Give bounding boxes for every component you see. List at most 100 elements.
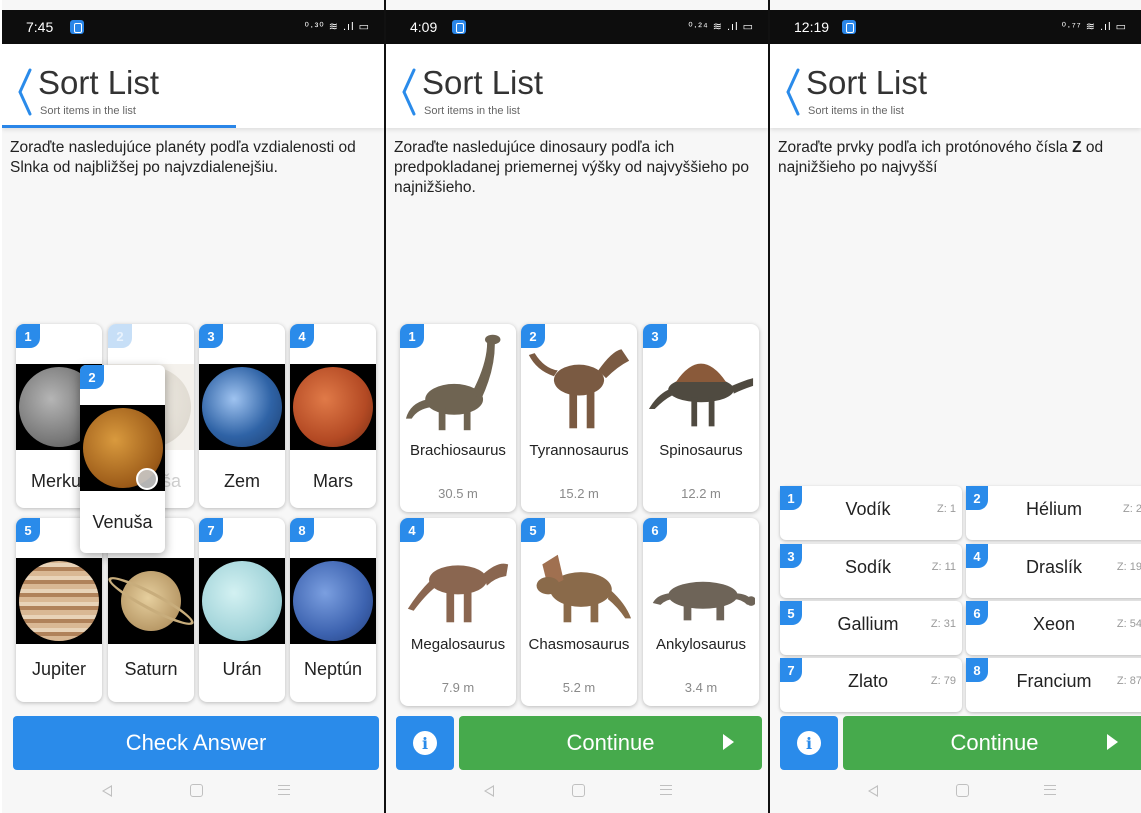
info-icon: i xyxy=(413,731,437,755)
card-label: Urán xyxy=(222,659,262,679)
nav-menu-icon[interactable] xyxy=(278,785,290,795)
planet-card[interactable]: 3 Zem xyxy=(199,324,285,508)
card-value: 3.4 m xyxy=(684,680,718,695)
nav-home-icon[interactable] xyxy=(956,784,969,797)
nav-home-icon[interactable] xyxy=(190,784,203,797)
drag-handle-icon[interactable] xyxy=(136,468,158,490)
planet-image xyxy=(290,364,376,450)
dinosaur-card[interactable]: 5 Chasmosaurus 5.2 m xyxy=(521,518,637,706)
info-icon: i xyxy=(797,731,821,755)
element-card[interactable]: 2 Hélium Z: 2 xyxy=(966,486,1141,540)
page-subtitle: Sort items in the list xyxy=(40,105,136,117)
continue-label: Continue xyxy=(950,730,1039,755)
rank-badge: 7 xyxy=(199,518,223,542)
screenshot-canvas: 7:45 ⁰·³⁰ ≋ .ıl ▭ Sort List Sort items i… xyxy=(0,0,1141,813)
element-card[interactable]: 8 Francium Z: 87 xyxy=(966,658,1141,712)
back-chevron-icon[interactable] xyxy=(396,64,422,120)
rank-badge: 2 xyxy=(108,324,132,348)
nav-back-icon[interactable] xyxy=(102,785,112,797)
rank-badge: 6 xyxy=(643,518,667,542)
status-bar: 4:09 ⁰·²⁴ ≋ .ıl ▭ xyxy=(386,10,768,44)
question-text: Zoraďte nasledujúce dinosaury podľa ich … xyxy=(394,139,749,196)
status-time: 4:09 xyxy=(410,19,438,35)
card-label: Neptún xyxy=(303,659,363,679)
element-card[interactable]: 3 Sodík Z: 11 xyxy=(780,544,962,598)
continue-button[interactable]: Continue xyxy=(459,716,762,770)
status-bar: 7:45 ⁰·³⁰ ≋ .ıl ▭ xyxy=(2,10,384,44)
element-card[interactable]: 7 Zlato Z: 79 xyxy=(780,658,962,712)
play-arrow-icon xyxy=(1107,734,1118,750)
element-name: Hélium xyxy=(1025,499,1082,519)
rank-badge: 5 xyxy=(780,601,802,625)
dinosaur-card[interactable]: 3 Spinosaurus 12.2 m xyxy=(643,324,759,512)
rank-badge: 8 xyxy=(290,518,314,542)
planet-sphere xyxy=(202,367,282,447)
back-chevron-icon[interactable] xyxy=(780,64,806,120)
dinosaur-card[interactable]: 6 Ankylosaurus 3.4 m xyxy=(643,518,759,706)
planet-image xyxy=(199,364,285,450)
card-label: Megalosaurus xyxy=(410,636,506,653)
planet-card[interactable]: 7 Urán xyxy=(199,518,285,702)
card-label: Ankylosaurus xyxy=(655,636,747,653)
status-indicators: ⁰·⁷⁷ ≋ .ıl ▭ xyxy=(1061,21,1127,33)
rank-badge: 5 xyxy=(521,518,545,542)
card-label: Zem xyxy=(224,471,260,491)
status-indicators: ⁰·²⁴ ≋ .ıl ▭ xyxy=(688,21,754,33)
element-card[interactable]: 1 Vodík Z: 1 xyxy=(780,486,962,540)
planet-image xyxy=(290,558,376,644)
nav-home-icon[interactable] xyxy=(572,784,585,797)
info-button[interactable]: i xyxy=(780,716,838,770)
element-name: Gallium xyxy=(837,614,899,634)
nav-menu-icon[interactable] xyxy=(1044,785,1056,795)
question-text: Zoraďte nasledujúce planéty podľa vzdial… xyxy=(10,139,356,176)
continue-button[interactable]: Continue xyxy=(843,716,1141,770)
nav-back-icon[interactable] xyxy=(484,785,494,797)
element-name: Zlato xyxy=(847,671,889,691)
card-label: Mars xyxy=(313,471,353,491)
card-value: 30.5 m xyxy=(438,486,478,501)
rank-badge: 2 xyxy=(80,365,104,389)
element-card[interactable]: 6 Xeon Z: 54 xyxy=(966,601,1141,655)
dinosaur-card[interactable]: 2 Tyrannosaurus 15.2 m xyxy=(521,324,637,512)
dinosaur-card[interactable]: 1 Brachiosaurus 30.5 m xyxy=(400,324,516,512)
app-header: Sort List Sort items in the list xyxy=(386,44,768,128)
dinosaur-card[interactable]: 4 Megalosaurus 7.9 m xyxy=(400,518,516,706)
element-name: Sodík xyxy=(844,557,892,577)
element-name: Francium xyxy=(1016,671,1092,691)
card-label: Saturn xyxy=(124,659,178,679)
element-name: Vodík xyxy=(845,499,891,519)
card-label: Tyrannosaurus xyxy=(529,442,629,459)
app-notification-icon xyxy=(70,20,84,34)
proton-number: Z: 2 xyxy=(1123,503,1141,515)
back-chevron-icon[interactable] xyxy=(12,64,38,120)
card-value: 5.2 m xyxy=(562,680,596,695)
planet-card[interactable]: 8 Neptún xyxy=(290,518,376,702)
status-bar: 12:19 ⁰·⁷⁷ ≋ .ıl ▭ xyxy=(770,10,1141,44)
rank-badge: 7 xyxy=(780,658,802,682)
app-header: Sort List Sort items in the list xyxy=(770,44,1141,128)
app-header: Sort List Sort items in the list xyxy=(2,44,384,128)
proton-number: Z: 1 xyxy=(937,503,956,515)
nav-back-icon[interactable] xyxy=(868,785,878,797)
planet-card[interactable]: 4 Mars xyxy=(290,324,376,508)
question-part: Zoraďte prvky podľa ich protónového čísl… xyxy=(778,139,1073,156)
rank-badge: 3 xyxy=(780,544,802,568)
status-indicators: ⁰·³⁰ ≋ .ıl ▭ xyxy=(304,21,370,33)
check-answer-button[interactable]: Check Answer xyxy=(13,716,379,770)
planet-sphere xyxy=(19,561,99,641)
screen-elements: 12:19 ⁰·⁷⁷ ≋ .ıl ▭ Sort List Sort items … xyxy=(770,0,1141,813)
nav-menu-icon[interactable] xyxy=(660,785,672,795)
proton-number: Z: 79 xyxy=(930,675,956,687)
app-notification-icon xyxy=(842,20,856,34)
card-value: 7.9 m xyxy=(441,680,475,695)
dragging-card[interactable]: 2 Venuša xyxy=(80,365,165,553)
element-card[interactable]: 4 Draslík Z: 19 xyxy=(966,544,1141,598)
card-label: Venuša xyxy=(92,512,153,532)
proton-number: Z: 54 xyxy=(1116,618,1141,630)
info-button[interactable]: i xyxy=(396,716,454,770)
rank-badge: 6 xyxy=(966,601,988,625)
planet-sphere xyxy=(202,561,282,641)
app-notification-icon xyxy=(452,20,466,34)
element-card[interactable]: 5 Gallium Z: 31 xyxy=(780,601,962,655)
planet-image xyxy=(199,558,285,644)
